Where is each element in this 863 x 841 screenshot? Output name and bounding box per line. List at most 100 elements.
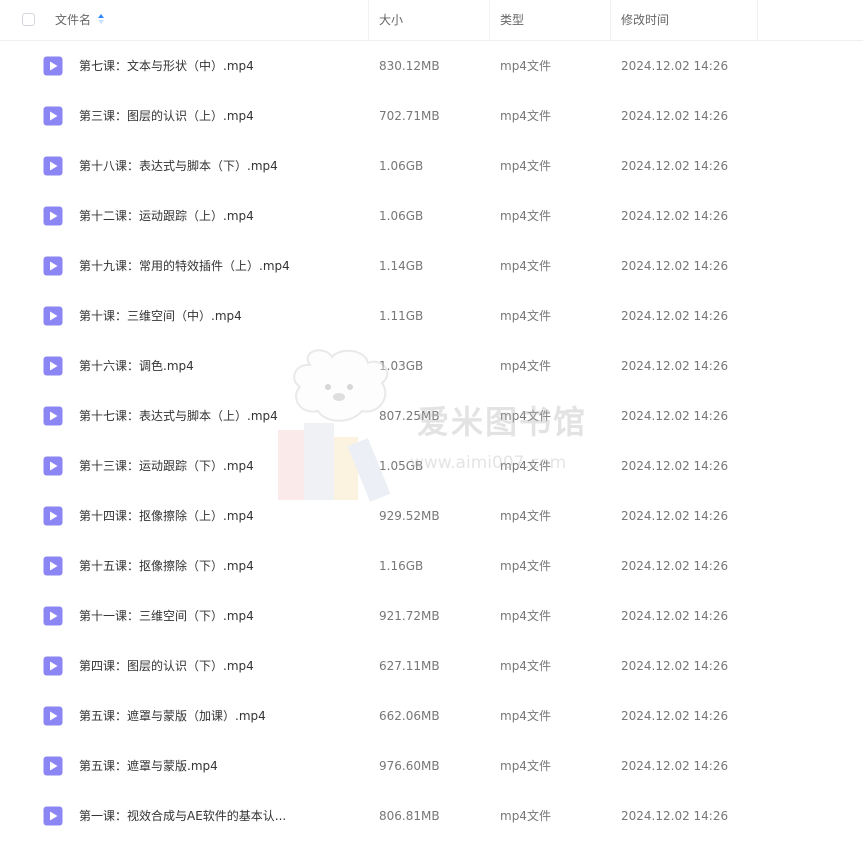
file-name[interactable]: 第五课：遮罩与蒙版.mp4: [79, 741, 218, 791]
modified-column-header[interactable]: 修改时间: [621, 0, 669, 41]
file-size: 976.60MB: [379, 759, 440, 773]
file-list: 第七课：文本与形状（中）.mp4 830.12MB mp4文件 2024.12.02 …: [0, 41, 863, 841]
video-file-icon: [43, 306, 63, 326]
video-file-icon: [43, 256, 63, 276]
file-name[interactable]: 第十一课：三维空间（下）.mp4: [79, 591, 254, 641]
file-type: mp4文件: [500, 359, 551, 373]
sort-icon[interactable]: [97, 13, 105, 25]
video-file-icon: [43, 356, 63, 376]
video-file-icon: [43, 106, 63, 126]
file-size: 1.03GB: [379, 359, 424, 373]
file-size: 1.05GB: [379, 459, 424, 473]
video-file-icon: [43, 506, 63, 526]
column-divider[interactable]: [489, 0, 490, 41]
file-name[interactable]: 第十六课：调色.mp4: [79, 341, 194, 391]
file-type: mp4文件: [500, 309, 551, 323]
file-type: mp4文件: [500, 509, 551, 523]
file-size: 627.11MB: [379, 659, 440, 673]
file-name[interactable]: 第七课：文本与形状（中）.mp4: [79, 41, 254, 91]
file-name[interactable]: 第十四课：抠像擦除（上）.mp4: [79, 491, 254, 541]
file-modified-date: 2024.12.02 14:26: [621, 709, 729, 723]
file-type: mp4文件: [500, 559, 551, 573]
video-file-icon: [43, 406, 63, 426]
file-size: 807.25MB: [379, 409, 440, 423]
file-row[interactable]: 第十七课：表达式与脚本（上）.mp4 807.25MB mp4文件 2024.12.0…: [0, 391, 863, 441]
file-row[interactable]: 第十二课：运动跟踪（上）.mp4 1.06GB mp4文件 2024.12.02 14…: [0, 191, 863, 241]
name-column-header[interactable]: 文件名: [55, 0, 105, 41]
file-size: 929.52MB: [379, 509, 440, 523]
file-modified-date: 2024.12.02 14:26: [621, 659, 729, 673]
video-file-icon: [43, 756, 63, 776]
size-column-header[interactable]: 大小: [379, 0, 403, 41]
file-size: 921.72MB: [379, 609, 440, 623]
file-name[interactable]: 第十三课：运动跟踪（下）.mp4: [79, 441, 254, 491]
file-name[interactable]: 第十八课：表达式与脚本（下）.mp4: [79, 141, 278, 191]
file-name[interactable]: 第十五课：抠像擦除（下）.mp4: [79, 541, 254, 591]
file-modified-date: 2024.12.02 14:26: [621, 59, 729, 73]
file-modified-date: 2024.12.02 14:26: [621, 109, 729, 123]
file-modified-date: 2024.12.02 14:26: [621, 359, 729, 373]
file-row[interactable]: 第五课：遮罩与蒙版（加课）.mp4 662.06MB mp4文件 2024.12.02…: [0, 691, 863, 741]
file-modified-date: 2024.12.02 14:26: [621, 509, 729, 523]
file-name[interactable]: 第十二课：运动跟踪（上）.mp4: [79, 191, 254, 241]
file-modified-date: 2024.12.02 14:26: [621, 559, 729, 573]
file-type: mp4文件: [500, 659, 551, 673]
file-name[interactable]: 第十七课：表达式与脚本（上）.mp4: [79, 391, 278, 441]
file-row[interactable]: 第四课：图层的认识（下）.mp4 627.11MB mp4文件 2024.12.02 …: [0, 641, 863, 691]
column-divider[interactable]: [610, 0, 611, 41]
file-name[interactable]: 第五课：遮罩与蒙版（加课）.mp4: [79, 691, 266, 741]
video-file-icon: [43, 806, 63, 826]
file-row[interactable]: 第十一课：三维空间（下）.mp4 921.72MB mp4文件 2024.12.02 …: [0, 591, 863, 641]
file-modified-date: 2024.12.02 14:26: [621, 309, 729, 323]
file-row[interactable]: 第十三课：运动跟踪（下）.mp4 1.05GB mp4文件 2024.12.02 14…: [0, 441, 863, 491]
file-type: mp4文件: [500, 609, 551, 623]
file-type: mp4文件: [500, 409, 551, 423]
type-column-header[interactable]: 类型: [500, 0, 524, 41]
file-row[interactable]: 第七课：文本与形状（中）.mp4 830.12MB mp4文件 2024.12.02 …: [0, 41, 863, 91]
file-type: mp4文件: [500, 209, 551, 223]
file-type: mp4文件: [500, 709, 551, 723]
file-size: 1.06GB: [379, 209, 424, 223]
file-type: mp4文件: [500, 109, 551, 123]
file-row[interactable]: 第十四课：抠像擦除（上）.mp4 929.52MB mp4文件 2024.12.02 …: [0, 491, 863, 541]
file-type: mp4文件: [500, 59, 551, 73]
file-row[interactable]: 第三课：图层的认识（上）.mp4 702.71MB mp4文件 2024.12.02 …: [0, 91, 863, 141]
file-size: 1.06GB: [379, 159, 424, 173]
file-name[interactable]: 第四课：图层的认识（下）.mp4: [79, 641, 254, 691]
file-row[interactable]: 第十九课：常用的特效插件（上）.mp4 1.14GB mp4文件 2024.12.02…: [0, 241, 863, 291]
file-name[interactable]: 第三课：图层的认识（上）.mp4: [79, 91, 254, 141]
video-file-icon: [43, 56, 63, 76]
file-modified-date: 2024.12.02 14:26: [621, 209, 729, 223]
file-size: 1.14GB: [379, 259, 424, 273]
video-file-icon: [43, 456, 63, 476]
file-name[interactable]: 第十课：三维空间（中）.mp4: [79, 291, 242, 341]
file-modified-date: 2024.12.02 14:26: [621, 759, 729, 773]
file-type: mp4文件: [500, 259, 551, 273]
file-name[interactable]: 第十九课：常用的特效插件（上）.mp4: [79, 241, 290, 291]
column-divider[interactable]: [757, 0, 758, 41]
video-file-icon: [43, 706, 63, 726]
file-modified-date: 2024.12.02 14:26: [621, 459, 729, 473]
video-file-icon: [43, 556, 63, 576]
file-size: 702.71MB: [379, 109, 440, 123]
file-row[interactable]: 第十课：三维空间（中）.mp4 1.11GB mp4文件 2024.12.02 14:…: [0, 291, 863, 341]
file-modified-date: 2024.12.02 14:26: [621, 259, 729, 273]
file-type: mp4文件: [500, 759, 551, 773]
select-all-checkbox[interactable]: [22, 13, 35, 26]
file-row[interactable]: 第十六课：调色.mp4 1.03GB mp4文件 2024.12.02 14:26: [0, 341, 863, 391]
file-row[interactable]: 第五课：遮罩与蒙版.mp4 976.60MB mp4文件 2024.12.02 14:…: [0, 741, 863, 791]
video-file-icon: [43, 606, 63, 626]
file-row[interactable]: 第十五课：抠像擦除（下）.mp4 1.16GB mp4文件 2024.12.02 14…: [0, 541, 863, 591]
video-file-icon: [43, 206, 63, 226]
file-size: 1.11GB: [379, 309, 424, 323]
file-modified-date: 2024.12.02 14:26: [621, 159, 729, 173]
file-size: 662.06MB: [379, 709, 440, 723]
file-list-header: 文件名 大小 类型 修改时间: [0, 0, 863, 41]
file-size: 830.12MB: [379, 59, 440, 73]
name-column-label: 文件名: [55, 13, 92, 27]
file-row[interactable]: 第十八课：表达式与脚本（下）.mp4 1.06GB mp4文件 2024.12.02 …: [0, 141, 863, 191]
file-modified-date: 2024.12.02 14:26: [621, 409, 729, 423]
video-file-icon: [43, 156, 63, 176]
file-modified-date: 2024.12.02 14:26: [621, 609, 729, 623]
column-divider[interactable]: [368, 0, 369, 41]
